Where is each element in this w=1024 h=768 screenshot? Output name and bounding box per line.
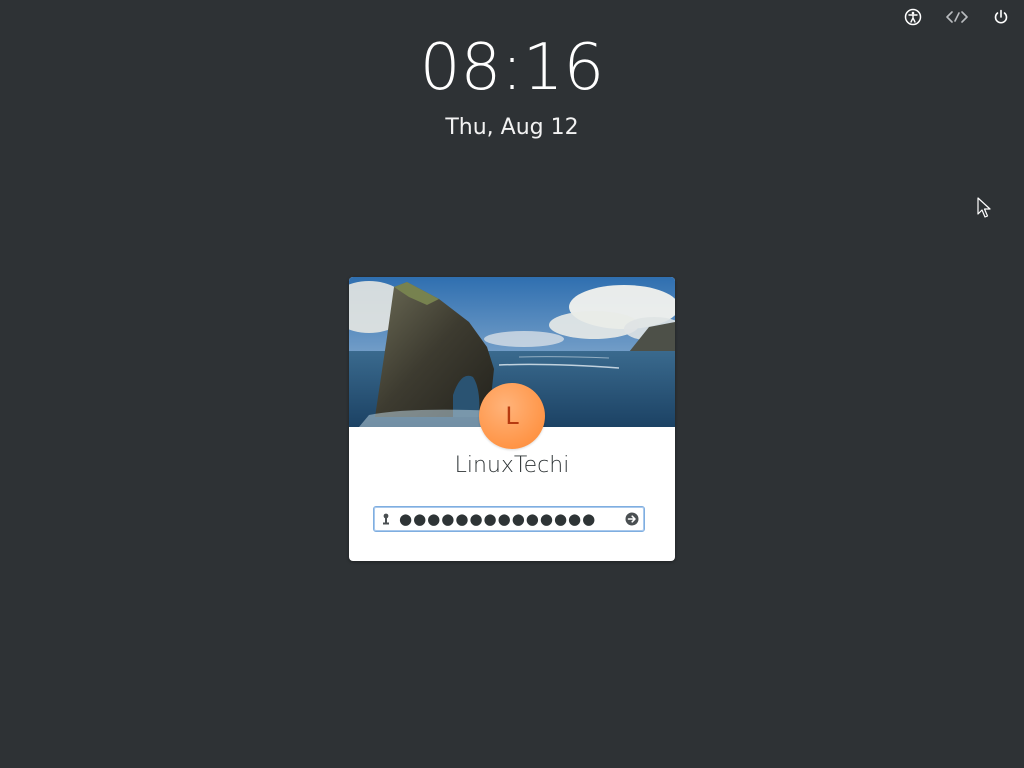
clock-time: 08:16 [419, 31, 605, 105]
password-field[interactable]: ●●●●●●●●●●●●●● [373, 506, 645, 532]
submit-arrow-icon[interactable] [624, 511, 640, 527]
clock-date: Thu, Aug 12 [445, 115, 579, 140]
avatar-initial: L [505, 402, 519, 430]
power-icon[interactable] [990, 6, 1012, 28]
password-input[interactable]: ●●●●●●●●●●●●●● [399, 509, 624, 529]
key-icon [379, 512, 393, 526]
top-status-area [902, 6, 1012, 28]
network-disconnected-icon[interactable] [946, 6, 968, 28]
lock-screen: 08:16 Thu, Aug 12 L LinuxTechi ●●●●●●●●●… [0, 0, 1024, 768]
user-avatar[interactable]: L [479, 383, 545, 449]
mouse-pointer-icon [977, 197, 991, 219]
accessibility-icon[interactable] [902, 6, 924, 28]
login-card: L LinuxTechi ●●●●●●●●●●●●●● [349, 277, 675, 561]
username-label: LinuxTechi [454, 453, 570, 478]
